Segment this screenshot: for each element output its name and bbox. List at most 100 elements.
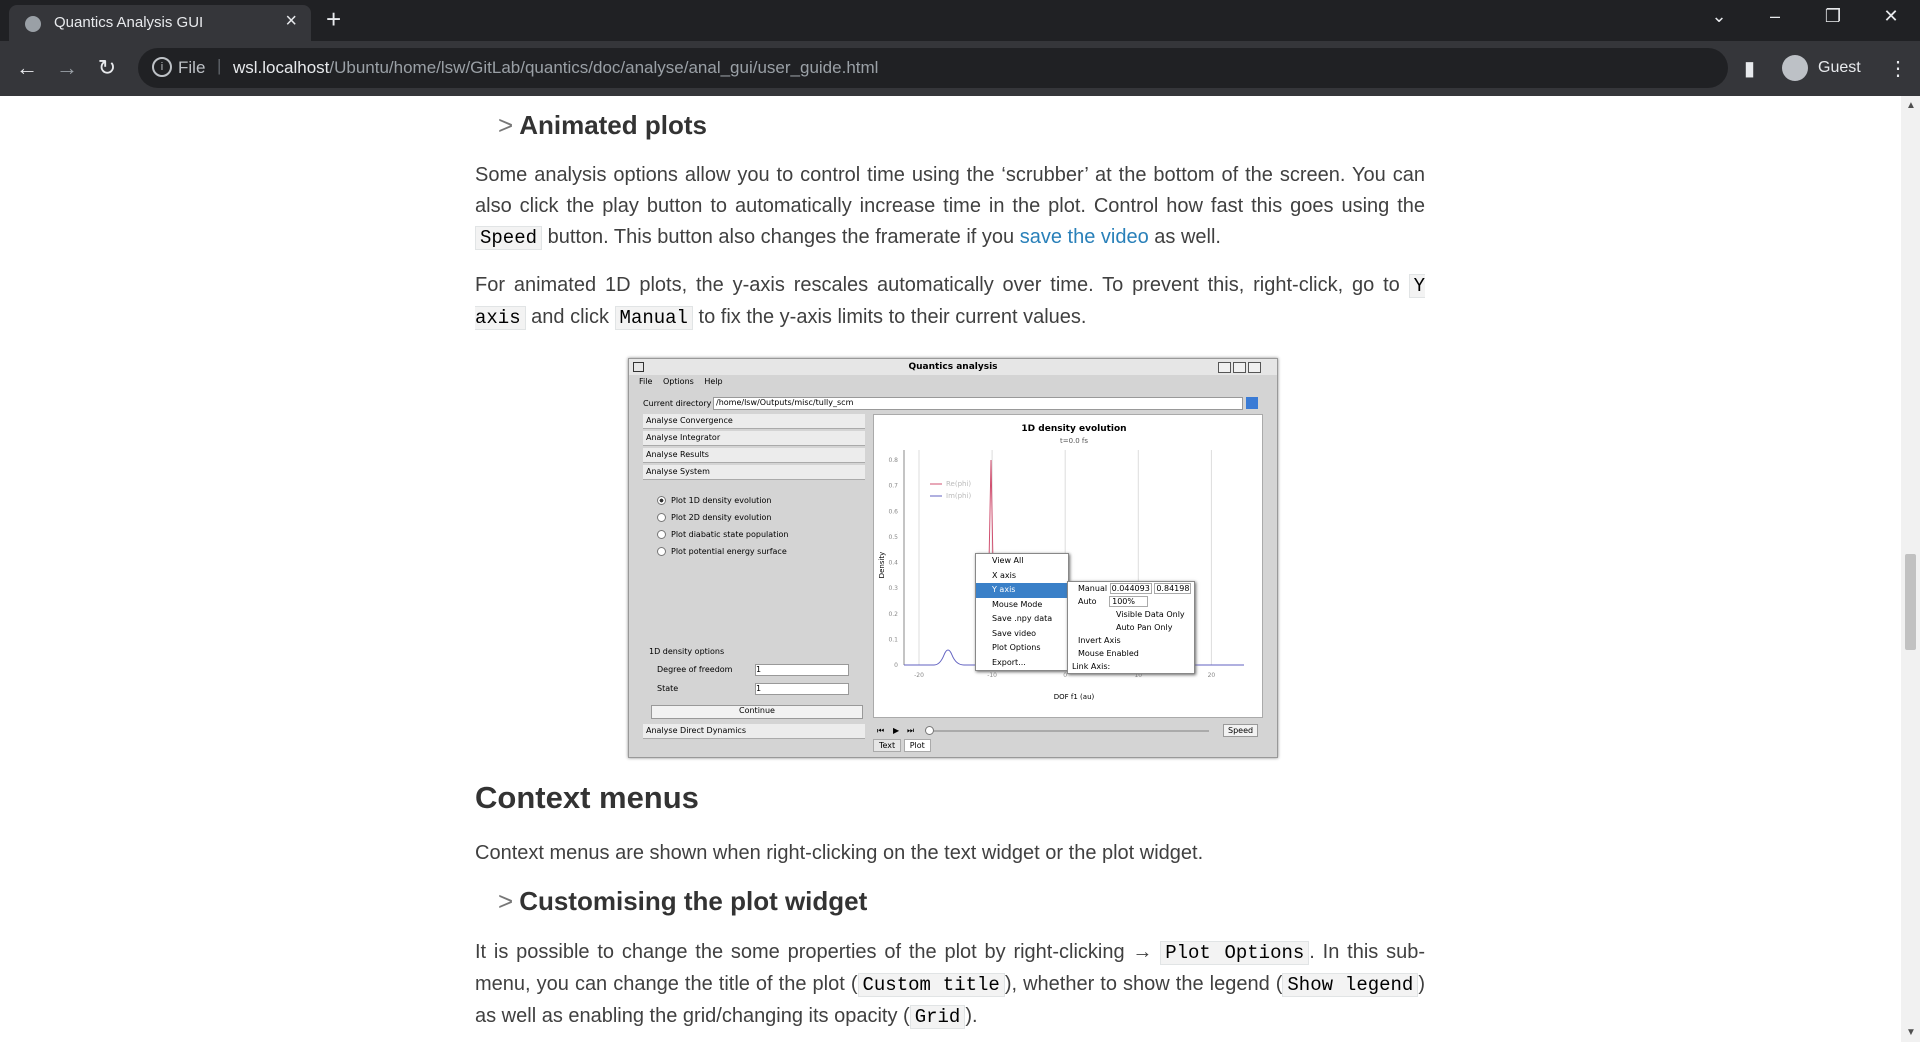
close-window-icon[interactable]: ✕ [1876,6,1906,27]
ctx-view-all: View All [992,556,1024,565]
tab-search-icon[interactable]: ⌄ [1704,6,1734,27]
profile-name: Guest [1818,59,1861,76]
xtick-label: -10 [987,672,997,679]
url-path: /Ubuntu/home/lsw/GitLab/quantics/doc/ana… [329,58,879,77]
sub-mouse-enabled: Mouse Enabled [1078,649,1139,658]
shot-dof-spin: 1 [755,664,849,676]
back-icon[interactable]: ← [14,55,40,81]
shot-close-icon [1248,362,1261,373]
sub-manual-row: Manual 0.044093 0.84198 [1068,582,1194,595]
shot-curdir-field: /home/lsw/Outputs/misc/tully_scm [713,397,1243,410]
shot-state-spin: 1 [755,683,849,695]
save-video-link[interactable]: save the video [1020,226,1149,248]
text: as well. [1148,226,1221,248]
shot-accordion-label: Analyse Convergence [646,416,733,425]
address-bar[interactable]: i File | wsl.localhost/Ubuntu/home/lsw/G… [138,48,1728,88]
ytick-label: 0.4 [888,560,898,567]
shot-curdir-label: Current directory [643,399,712,408]
shot-xlabel: DOF f1 (au) [1054,693,1095,701]
shot-plot-title: 1D density evolution [1021,424,1126,434]
ytick-label: 0.6 [888,508,898,515]
shot-yticks: 0.8 0.7 0.6 0.5 0.4 0.3 0.2 0.1 0 [888,457,898,669]
radio-icon [657,530,666,539]
scroll-up-icon[interactable]: ▲ [1906,100,1916,111]
shot-radio-label: Plot diabatic state population [671,530,789,539]
shot-left-pane: Analyse Convergence Analyse Integrator A… [643,414,865,739]
new-tab-icon[interactable]: + [326,4,341,35]
minimize-icon[interactable]: – [1760,6,1790,27]
paragraph-plot-options: It is possible to change the some proper… [475,937,1425,1033]
ctx-x-axis: X axis [992,570,1017,580]
sub-max-field: 0.84198 [1154,583,1192,594]
heading-customising: > Customising the plot widget [498,886,867,917]
sub-manual: Manual [1078,584,1108,593]
page-scrollbar[interactable]: ▲ ▼ [1901,96,1920,1042]
shot-accordion-item: Analyse Convergence [643,414,865,429]
ctx-plot-options: Plot Options [992,643,1041,652]
menu-icon[interactable]: ⋮ [1888,56,1908,81]
shot-tab-text: Text [873,739,902,752]
sub-visible-data: Visible Data Only [1116,610,1185,619]
shot-accordion-item: Analyse Integrator [643,431,865,446]
shot-slider-track [927,730,1209,732]
shot-minimize-icon [1218,362,1231,373]
forward-icon[interactable]: → [54,55,80,81]
shot-radio-label: Plot 1D density evolution [671,496,772,505]
browser-tab[interactable]: Quantics Analysis GUI × [9,5,311,41]
shot-titlebar: Quantics analysis [629,359,1277,375]
shot-ff-icon: ⏭ [907,726,915,735]
restore-icon[interactable]: ❐ [1818,6,1848,27]
shot-accordion-item: Analyse Direct Dynamics [643,724,865,739]
info-icon[interactable]: i [152,57,172,77]
code-show-legend: Show legend [1282,973,1419,997]
shot-accordion-label: Analyse Results [646,450,709,459]
heading-animated-plots: > Animated plots [498,110,707,141]
chevron-icon: > [498,110,514,140]
code-plot-options: Plot Options [1160,941,1310,965]
ytick-label: 0.7 [888,483,898,490]
shot-radio: Plot potential energy surface [657,547,787,556]
text: ). [965,1005,978,1027]
text: For animated 1D plots, the y-axis rescal… [475,274,1409,296]
shot-plot-subtitle: t=0.0 fs [1060,437,1088,445]
ctx-mouse-mode: Mouse Mode [992,599,1043,609]
side-panel-icon[interactable]: ▮ [1744,56,1755,81]
url-separator: | [217,56,222,75]
xtick-label: 20 [1208,672,1216,679]
shot-menu-file: File [639,377,653,386]
scroll-down-icon[interactable]: ▼ [1906,1027,1916,1038]
shot-play-icon: ▶ [893,726,900,735]
heading-text: Customising the plot widget [519,886,868,916]
scroll-thumb[interactable] [1905,554,1916,650]
shot-dof-label: Degree of freedom [657,665,733,674]
code-grid: Grid [909,1005,966,1029]
shot-rewind-icon: ⏮ [877,726,885,735]
text: and click [525,306,615,328]
ytick-label: 0.8 [888,457,898,464]
ctx-save-npy: Save .npy data [992,614,1053,623]
reload-icon[interactable]: ↻ [94,55,120,81]
shot-accordion-label: Analyse Direct Dynamics [646,726,746,735]
shot-menu-help: Help [704,377,723,386]
ctx-export: Export... [992,657,1026,667]
paragraph-scrubber: Some analysis options allow you to contr… [475,160,1425,254]
shot-yaxis-submenu: Manual 0.044093 0.84198 Auto 100% Visibl… [1067,581,1195,674]
sub-link-axis: Link Axis: [1072,662,1111,671]
sub-auto: Auto [1078,597,1097,606]
shot-radio-label: Plot 2D density evolution [671,513,772,522]
shot-bottom-tabs: Text Plot [873,739,931,752]
shot-ylabel: Density [878,552,886,579]
ytick-label: 0.1 [888,636,898,643]
shot-radio: Plot 1D density evolution [657,496,771,505]
shot-tab-plot: Plot [903,739,931,752]
shot-maximize-icon [1233,362,1246,373]
page-content: > Animated plots Some analysis options al… [0,96,1901,1042]
shot-radio: Plot diabatic state population [657,530,788,539]
globe-icon [25,16,41,32]
shot-scrubber: ⏮ ▶ ⏭ Speed [873,724,1261,738]
shot-radio: Plot 2D density evolution [657,513,771,522]
text: button. This button also changes the fra… [542,226,1020,248]
ytick-label: 0.5 [888,534,898,541]
close-tab-icon[interactable]: × [285,10,297,33]
legend-im: Im(phi) [946,492,971,500]
